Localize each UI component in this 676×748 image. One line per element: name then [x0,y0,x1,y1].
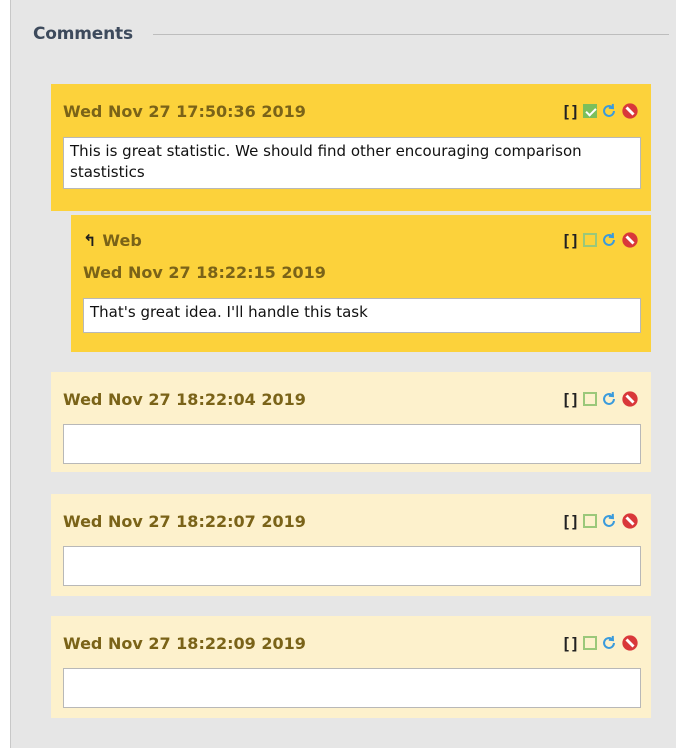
reply-author: ↰ Web [83,231,142,250]
section-divider [152,33,669,35]
delete-icon[interactable] [621,512,639,530]
comment-tools: [] [560,102,639,121]
comment-text[interactable]: That's great idea. I'll handle this task [83,298,641,333]
comment-date: Wed Nov 27 18:22:07 2019 [63,511,306,531]
refresh-icon[interactable] [600,390,618,408]
comment-tools: [] [560,634,639,653]
comment-header: Wed Nov 27 18:22:04 2019 [] [63,388,639,410]
comment-date: Wed Nov 27 18:22:09 2019 [63,633,306,653]
comment-text[interactable] [63,668,641,708]
comment-header: Wed Nov 27 18:22:07 2019 [] [63,510,639,532]
reply-card: ↰ Web [] Wed Nov 27 18:22:15 2019 That's… [71,215,651,352]
bracket-icon[interactable]: [] [560,102,580,121]
comment-tools: [] [560,512,639,531]
comment-date: Wed Nov 27 17:50:36 2019 [63,101,306,121]
comment-header: Wed Nov 27 18:22:09 2019 [] [63,632,639,654]
comment-card: Wed Nov 27 18:22:09 2019 [] [51,616,651,718]
delete-icon[interactable] [621,102,639,120]
comments-panel: Comments Wed Nov 27 17:50:36 2019 [] Thi… [10,0,676,748]
checkbox-icon[interactable] [583,514,597,528]
comment-header: Wed Nov 27 17:50:36 2019 [] [63,100,639,122]
bracket-icon[interactable]: [] [560,634,580,653]
section-header: Comments [33,22,669,46]
comment-text[interactable] [63,424,641,464]
delete-icon[interactable] [621,390,639,408]
delete-icon[interactable] [621,231,639,249]
reply-author-name: Web [102,230,142,250]
comment-date: Wed Nov 27 18:22:04 2019 [63,389,306,409]
comment-card: Wed Nov 27 17:50:36 2019 [] This is grea… [51,84,651,211]
comment-text[interactable] [63,546,641,586]
checkbox-icon[interactable] [583,636,597,650]
delete-icon[interactable] [621,634,639,652]
comment-tools: [] [560,390,639,409]
reply-arrow-icon: ↰ [83,230,97,250]
comment-card: Wed Nov 27 18:22:04 2019 [] [51,372,651,472]
refresh-icon[interactable] [600,102,618,120]
comment-text[interactable]: This is great statistic. We should find … [63,137,641,189]
refresh-icon[interactable] [600,231,618,249]
checkbox-icon[interactable] [583,392,597,406]
bracket-icon[interactable]: [] [560,512,580,531]
comment-card: Wed Nov 27 18:22:07 2019 [] [51,494,651,596]
refresh-icon[interactable] [600,512,618,530]
section-title: Comments [33,24,133,44]
bracket-icon[interactable]: [] [560,231,580,250]
comment-tools: [] [560,231,639,250]
checkbox-icon[interactable] [583,233,597,247]
bracket-icon[interactable]: [] [560,390,580,409]
checkbox-icon[interactable] [583,104,597,118]
refresh-icon[interactable] [600,634,618,652]
comment-date: Wed Nov 27 18:22:15 2019 [83,263,326,282]
reply-header: ↰ Web [] [83,229,639,251]
